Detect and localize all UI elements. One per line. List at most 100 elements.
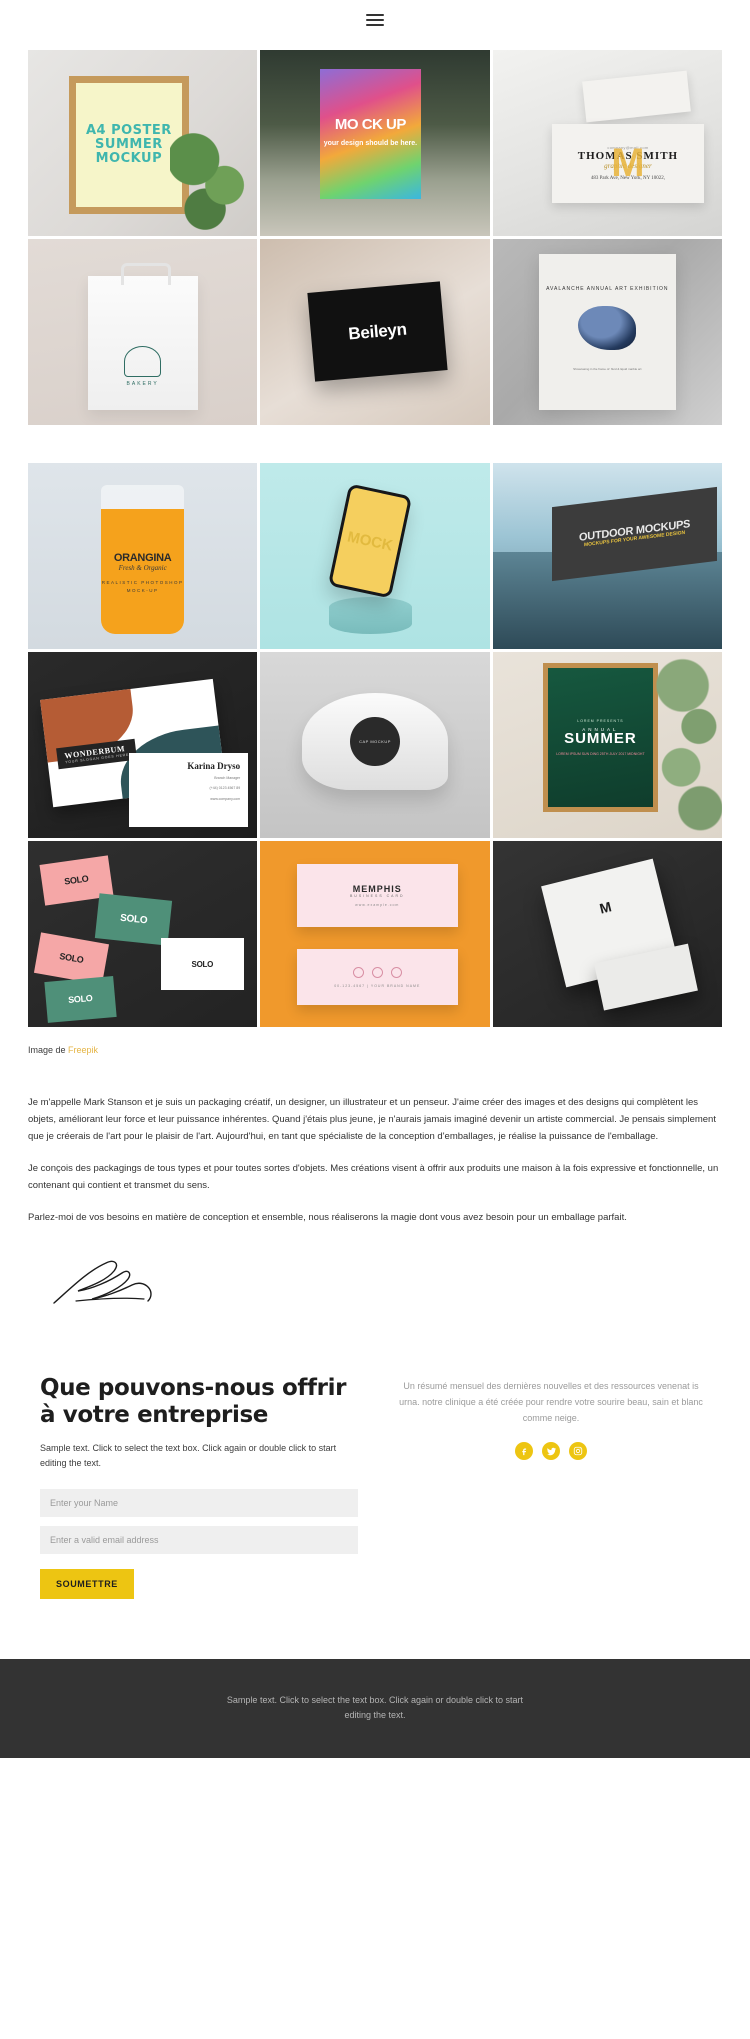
gallery-one: A4 POSTER SUMMER MOCKUP MO CK UP your de… xyxy=(0,50,750,426)
instagram-icon[interactable] xyxy=(569,1442,587,1461)
kiosk-display: MO CK UP your design should be here. xyxy=(319,68,421,199)
cup-detail: REALISTIC PHOTOSHOP MOCK-UP xyxy=(101,580,184,594)
poster-title: SUMMER xyxy=(564,730,637,748)
gallery-item-kiosk[interactable]: MO CK UP your design should be here. xyxy=(260,50,490,237)
cap-mockup: CAP MOCKUP xyxy=(301,693,449,790)
newsletter-blurb: Un résumé mensuel des dernières nouvelle… xyxy=(399,1381,703,1423)
tile-artwork: OUTDOOR MOCKUPS MOCKUPS FOR YOUR AWESOME… xyxy=(492,463,722,650)
wonderbum-card-back: Karina Dryso Branch Manager (+44) 0123 4… xyxy=(128,752,249,828)
tile-artwork: SOLO SOLO SOLO SOLO SOLO xyxy=(28,841,257,1027)
about-paragraph-2: Je conçois des packagings de tous types … xyxy=(28,1163,719,1191)
memphis-card-back: 00-123-4567 | YOUR BRAND NAME xyxy=(297,949,458,1005)
contact-section: Que pouvons-nous offrir à votre entrepri… xyxy=(0,1309,750,1599)
contact-info-column: Un résumé mensuel des dernières nouvelle… xyxy=(392,1375,710,1599)
gallery-item-wonderbum-cards[interactable]: WONDERBUM YOUR SLOGAN GOES HERE Karina D… xyxy=(28,652,258,839)
kiosk-subtitle: your design should be here. xyxy=(323,140,418,148)
memphis-footer: 00-123-4567 | YOUR BRAND NAME xyxy=(334,983,421,988)
card-web: www.company.com xyxy=(210,796,241,801)
caption-prefix: Image de xyxy=(28,1045,69,1056)
tile-artwork: M xyxy=(493,841,722,1027)
gallery-item-paper-bag[interactable]: BAKERY xyxy=(28,239,258,426)
business-card-front: M company@mail.com THOMAS SMITH graphic … xyxy=(552,124,704,203)
memphis-brand: MEMPHIS xyxy=(352,883,402,894)
tile-artwork: BAKERY xyxy=(28,239,257,425)
dot-icon xyxy=(390,966,402,978)
gallery-item-black-box[interactable]: Beileyn xyxy=(260,239,490,426)
tile-artwork: CAP MOCKUP xyxy=(260,652,489,838)
poster-text: A4 POSTER SUMMER MOCKUP xyxy=(85,123,172,166)
tile-artwork: MEMPHIS BUSINESS CARD www.example.com 00… xyxy=(260,841,489,1027)
memphis-sub: BUSINESS CARD xyxy=(349,893,405,898)
gallery-two: ORANGINA Fresh & Organic REALISTIC PHOTO… xyxy=(0,463,750,1028)
solo-card: SOLO xyxy=(44,976,117,1023)
bag-brand: BAKERY xyxy=(126,381,159,388)
memphis-dots xyxy=(352,966,402,978)
box-brand: Beileyn xyxy=(347,319,408,344)
gallery-item-cap[interactable]: CAP MOCKUP xyxy=(260,652,490,839)
phone-screen-text: MOCK xyxy=(346,528,395,555)
burger-line xyxy=(366,24,384,26)
poster-title: AVALANCHE ANNUAL ART EXHIBITION xyxy=(546,286,669,293)
foliage-decoration xyxy=(653,652,722,839)
facebook-icon[interactable] xyxy=(515,1442,533,1461)
poster-footer: Showcasing in the frame of: fluid & liqu… xyxy=(573,366,642,371)
tile-artwork: WONDERBUM YOUR SLOGAN GOES HERE Karina D… xyxy=(28,652,257,838)
poster-artwork-blob xyxy=(578,305,637,351)
contact-form-column: Que pouvons-nous offrir à votre entrepri… xyxy=(40,1375,358,1599)
business-card-back xyxy=(582,70,692,123)
paper-bag: BAKERY xyxy=(87,262,198,411)
exhibition-poster: AVALANCHE ANNUAL ART EXHIBITION Showcasi… xyxy=(538,253,677,411)
cap-badge: CAP MOCKUP xyxy=(350,716,400,767)
gallery-item-memphis-cards[interactable]: MEMPHIS BUSINESS CARD www.example.com 00… xyxy=(260,841,490,1028)
about-paragraph-1: Je m'appelle Mark Stanson et je suis un … xyxy=(28,1097,716,1142)
page-title: Que pouvons-nous offrir à votre entrepri… xyxy=(40,1375,347,1429)
bakery-logo-icon xyxy=(123,346,162,378)
hamburger-menu-icon[interactable] xyxy=(366,14,384,26)
summer-poster: LOREM PRESENTS ANNUAL SUMMER LOREM IPSUM… xyxy=(543,663,658,813)
gallery-item-outdoor-billboard[interactable]: OUTDOOR MOCKUPS MOCKUPS FOR YOUR AWESOME… xyxy=(492,463,722,650)
gallery-item-monogram-postcard[interactable]: M xyxy=(492,841,722,1028)
signature-image xyxy=(0,1243,750,1309)
card-monogram: M xyxy=(611,140,645,185)
about-section: Je m'appelle Mark Stanson et je suis un … xyxy=(0,1055,750,1227)
gallery-item-phone[interactable]: MOCK xyxy=(260,463,490,650)
image-credit-caption: Image de Freepik xyxy=(0,1027,750,1055)
gallery-item-solo-cards[interactable]: SOLO SOLO SOLO SOLO SOLO xyxy=(28,841,258,1028)
burger-line xyxy=(366,19,384,21)
cup-brand: ORANGINA xyxy=(113,552,172,565)
tile-artwork: Beileyn xyxy=(260,239,489,425)
plant-decoration xyxy=(170,128,249,233)
poster-info: LOREM IPSUM SUN DING 25TH JULY 2017 MIDN… xyxy=(556,752,645,757)
twitter-icon[interactable] xyxy=(542,1442,560,1461)
email-field[interactable] xyxy=(40,1526,358,1554)
gallery-item-business-card[interactable]: M company@mail.com THOMAS SMITH graphic … xyxy=(492,50,722,237)
tile-artwork: A4 POSTER SUMMER MOCKUP xyxy=(28,50,257,236)
site-header xyxy=(0,0,750,40)
postcard-monogram: M xyxy=(597,897,614,917)
tile-artwork: MO CK UP your design should be here. xyxy=(260,50,489,236)
memphis-card-front: MEMPHIS BUSINESS CARD www.example.com xyxy=(297,863,458,927)
tile-artwork: MOCK xyxy=(260,463,489,649)
submit-button[interactable]: SOUMETTRE xyxy=(40,1569,134,1599)
tile-artwork: M company@mail.com THOMAS SMITH graphic … xyxy=(493,50,722,236)
gallery-item-orangina-cup[interactable]: ORANGINA Fresh & Organic REALISTIC PHOTO… xyxy=(28,463,258,650)
black-box: Beileyn xyxy=(307,281,448,383)
dot-icon xyxy=(371,966,383,978)
tile-artwork: ORANGINA Fresh & Organic REALISTIC PHOTO… xyxy=(28,463,257,649)
footer-text: Sample text. Click to select the text bo… xyxy=(226,1695,524,1721)
dot-icon xyxy=(352,966,364,978)
tile-artwork: AVALANCHE ANNUAL ART EXHIBITION Showcasi… xyxy=(493,239,722,425)
gallery-item-a4-poster[interactable]: A4 POSTER SUMMER MOCKUP xyxy=(28,50,258,237)
gallery-item-summer-poster[interactable]: LOREM PRESENTS ANNUAL SUMMER LOREM IPSUM… xyxy=(492,652,722,839)
site-footer: Sample text. Click to select the text bo… xyxy=(0,1659,750,1758)
gallery-item-exhibition-poster[interactable]: AVALANCHE ANNUAL ART EXHIBITION Showcasi… xyxy=(492,239,722,426)
name-field[interactable] xyxy=(40,1489,358,1517)
freepik-link[interactable]: Freepik xyxy=(68,1045,98,1055)
poster-pre: LOREM PRESENTS xyxy=(577,719,624,724)
kiosk-title: MO CK UP xyxy=(334,116,407,134)
tile-artwork: LOREM PRESENTS ANNUAL SUMMER LOREM IPSUM… xyxy=(493,652,722,839)
about-paragraph-3: Parlez-moi de vos besoins en matière de … xyxy=(28,1212,627,1224)
podium-shape xyxy=(329,597,412,635)
solo-card-back: SOLO xyxy=(161,938,244,991)
cup-mockup: ORANGINA Fresh & Organic REALISTIC PHOTO… xyxy=(101,485,184,635)
